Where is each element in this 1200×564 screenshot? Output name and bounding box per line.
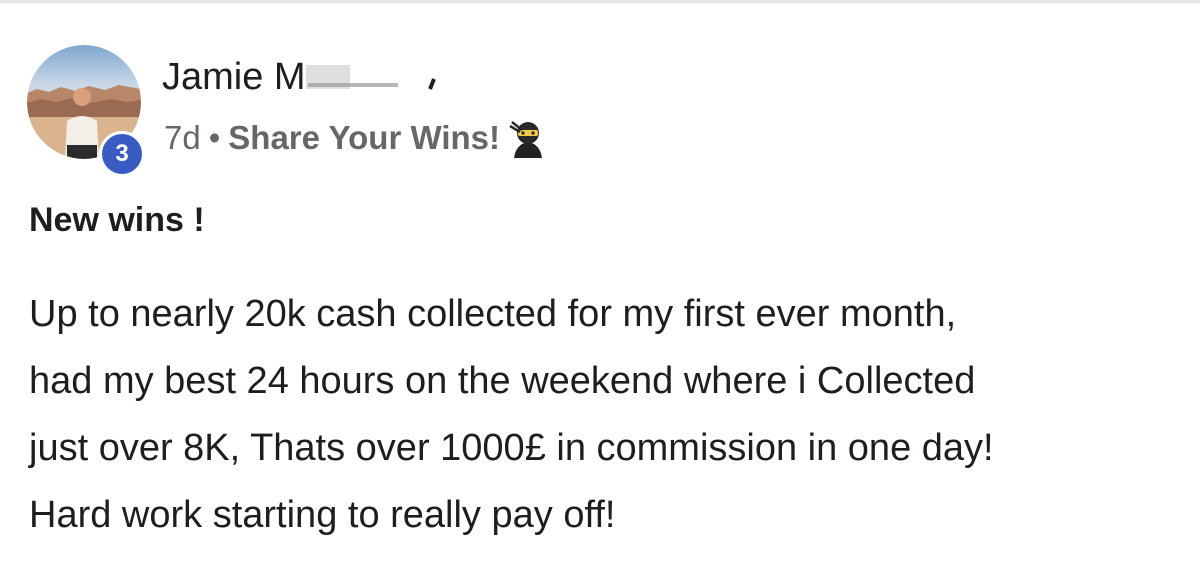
- post-card: 3 Jamie M 7d • Share Your Wins! New wins…: [0, 0, 1200, 564]
- post-body-line: had my best 24 hours on the weekend wher…: [29, 360, 976, 402]
- author-name-text: Jamie M: [162, 56, 306, 98]
- post-body-line: Up to nearly 20k cash collected for my f…: [29, 293, 957, 335]
- post-meta: 7d • Share Your Wins!: [164, 118, 548, 158]
- post-body-line: Hard work starting to really pay off!: [29, 494, 616, 536]
- level-badge: 3: [99, 131, 145, 177]
- author-avatar[interactable]: 3: [27, 45, 145, 177]
- post-time[interactable]: 7d: [164, 119, 201, 157]
- post-title: New wins !: [29, 201, 205, 239]
- name-redaction: [305, 65, 436, 90]
- author-name[interactable]: Jamie M: [162, 56, 456, 99]
- meta-separator: •: [208, 119, 221, 156]
- post-category-link[interactable]: Share Your Wins!: [228, 119, 500, 157]
- ninja-icon: [509, 121, 542, 158]
- post-body: Up to nearly 20k cash collected for my f…: [29, 281, 1189, 549]
- post-body-line: just over 8K, Thats over 1000£ in commis…: [29, 427, 994, 469]
